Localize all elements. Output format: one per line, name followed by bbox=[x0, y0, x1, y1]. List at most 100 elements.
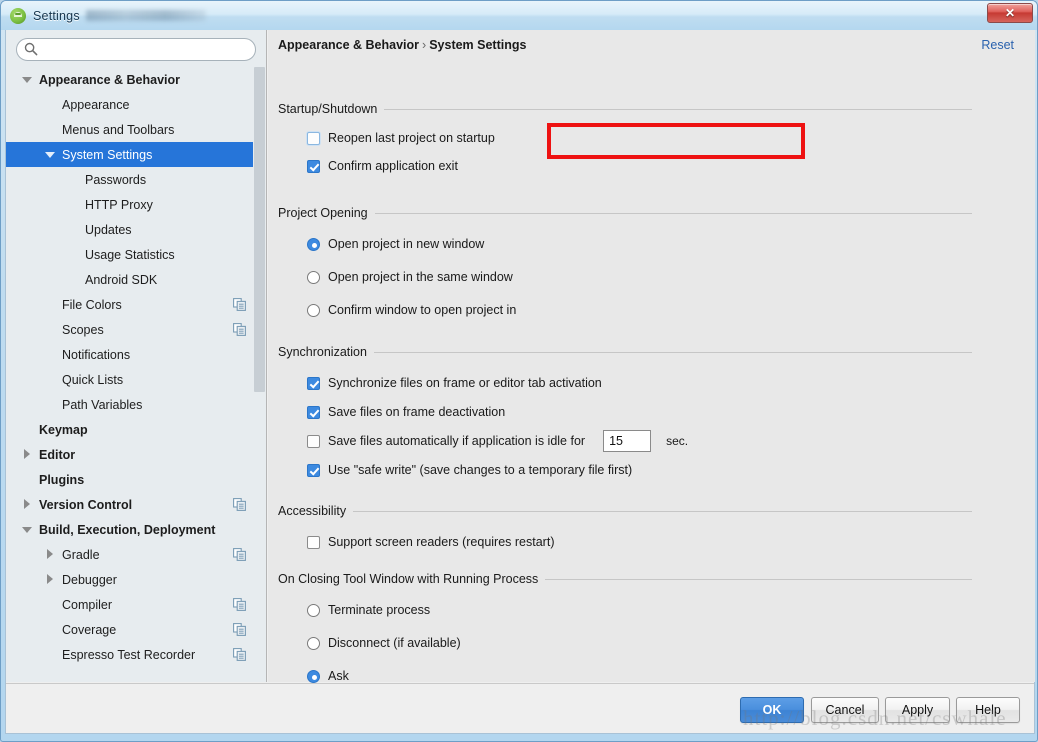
sidebar-item-usage-statistics[interactable]: Usage Statistics bbox=[6, 242, 266, 267]
option-open-project-same-window[interactable]: Open project in the same window bbox=[307, 265, 972, 289]
checkbox-reopen-last-project[interactable] bbox=[307, 131, 320, 145]
help-button[interactable]: Help bbox=[956, 697, 1020, 723]
chevron-right-icon[interactable] bbox=[45, 574, 56, 585]
sidebar-item-compiler[interactable]: Compiler bbox=[6, 592, 266, 617]
option-save-files-on-deactivation[interactable]: Save files on frame deactivation bbox=[307, 400, 972, 424]
title-redacted-area bbox=[85, 10, 206, 21]
option-disconnect[interactable]: Disconnect (if available) bbox=[307, 631, 972, 655]
sidebar-item-label: Plugins bbox=[39, 472, 85, 487]
close-button[interactable]: ✕ bbox=[987, 3, 1033, 23]
chevron-down-icon[interactable] bbox=[22, 524, 33, 535]
settings-sync-icon[interactable] bbox=[233, 298, 246, 311]
sidebar-item-label: Menus and Toolbars bbox=[62, 122, 175, 137]
radio-disconnect[interactable] bbox=[307, 636, 320, 650]
chevron-down-icon[interactable] bbox=[22, 74, 33, 85]
chevron-right-icon[interactable] bbox=[22, 449, 33, 460]
dialog-button-bar: OK Cancel Apply Help bbox=[6, 683, 1034, 733]
sidebar-item-appearance[interactable]: Appearance bbox=[6, 92, 266, 117]
sidebar-item-path-variables[interactable]: Path Variables bbox=[6, 392, 266, 417]
sidebar-item-label: Gradle bbox=[62, 547, 100, 562]
checkbox-save-files-automatically[interactable] bbox=[307, 434, 320, 448]
window-title: Settings bbox=[33, 8, 80, 23]
sidebar-item-passwords[interactable]: Passwords bbox=[6, 167, 266, 192]
settings-window: Settings ✕ Appearance & Behavior Appearan… bbox=[0, 0, 1038, 742]
settings-sync-icon[interactable] bbox=[233, 548, 246, 561]
sidebar-item-quick-lists[interactable]: Quick Lists bbox=[6, 367, 266, 392]
apply-button[interactable]: Apply bbox=[885, 697, 950, 723]
radio-ask[interactable] bbox=[307, 669, 320, 683]
settings-sync-icon[interactable] bbox=[233, 498, 246, 511]
ok-button[interactable]: OK bbox=[740, 697, 804, 723]
sidebar-item-android-sdk[interactable]: Android SDK bbox=[6, 267, 266, 292]
option-confirm-window-to-open[interactable]: Confirm window to open project in bbox=[307, 298, 972, 322]
sidebar-item-coverage[interactable]: Coverage bbox=[6, 617, 266, 642]
sidebar-item-debugger[interactable]: Debugger bbox=[6, 567, 266, 592]
sidebar-item-label: Espresso Test Recorder bbox=[62, 647, 196, 662]
checkbox-confirm-application-exit[interactable] bbox=[307, 159, 320, 173]
sidebar-item-scopes[interactable]: Scopes bbox=[6, 317, 266, 342]
sidebar-item-updates[interactable]: Updates bbox=[6, 217, 266, 242]
sidebar-item-gradle[interactable]: Gradle bbox=[6, 542, 266, 567]
reset-link[interactable]: Reset bbox=[981, 38, 1014, 52]
section-project-opening: Project Opening Open project in new wind… bbox=[278, 205, 972, 322]
sidebar-item-keymap[interactable]: Keymap bbox=[6, 417, 266, 442]
checkbox-use-safe-write[interactable] bbox=[307, 463, 320, 477]
settings-sync-icon[interactable] bbox=[233, 623, 246, 636]
radio-open-project-new-window[interactable] bbox=[307, 237, 320, 251]
section-title: Project Opening bbox=[278, 206, 368, 220]
settings-sync-icon[interactable] bbox=[233, 323, 246, 336]
sidebar-item-file-colors[interactable]: File Colors bbox=[6, 292, 266, 317]
window-titlebar: Settings ✕ bbox=[1, 1, 1037, 30]
radio-confirm-window-to-open[interactable] bbox=[307, 303, 320, 317]
option-support-screen-readers[interactable]: Support screen readers (requires restart… bbox=[307, 530, 972, 554]
settings-sync-icon[interactable] bbox=[233, 598, 246, 611]
cancel-button[interactable]: Cancel bbox=[811, 697, 879, 723]
checkbox-synchronize-files[interactable] bbox=[307, 376, 320, 390]
option-label: Reopen last project on startup bbox=[328, 131, 495, 145]
idle-seconds-input[interactable] bbox=[603, 430, 652, 452]
sidebar-item-plugins[interactable]: Plugins bbox=[6, 467, 266, 492]
option-terminate-process[interactable]: Terminate process bbox=[307, 598, 972, 622]
breadcrumb-root[interactable]: Appearance & Behavior bbox=[278, 38, 419, 52]
option-open-project-new-window[interactable]: Open project in new window bbox=[307, 232, 972, 256]
option-save-files-automatically[interactable]: Save files automatically if application … bbox=[307, 429, 972, 453]
radio-terminate-process[interactable] bbox=[307, 603, 320, 617]
sidebar-item-editor[interactable]: Editor bbox=[6, 442, 266, 467]
sidebar-scrollbar[interactable] bbox=[253, 67, 266, 682]
checkbox-support-screen-readers[interactable] bbox=[307, 535, 320, 549]
sidebar-item-system-settings[interactable]: System Settings bbox=[6, 142, 266, 167]
option-confirm-application-exit[interactable]: Confirm application exit bbox=[307, 154, 972, 178]
sidebar-item-label: Scopes bbox=[62, 322, 104, 337]
sidebar-item-label: Debugger bbox=[62, 572, 117, 587]
checkbox-save-files-on-deactivation[interactable] bbox=[307, 405, 320, 419]
option-reopen-last-project[interactable]: Reopen last project on startup bbox=[307, 126, 972, 150]
search-input[interactable] bbox=[16, 38, 256, 61]
sidebar-item-notifications[interactable]: Notifications bbox=[6, 342, 266, 367]
sidebar-item-version-control[interactable]: Version Control bbox=[6, 492, 266, 517]
sidebar-item-menus-and-toolbars[interactable]: Menus and Toolbars bbox=[6, 117, 266, 142]
sidebar-item-appearance-behavior[interactable]: Appearance & Behavior bbox=[6, 67, 266, 92]
option-synchronize-files[interactable]: Synchronize files on frame or editor tab… bbox=[307, 371, 972, 395]
radio-open-project-same-window[interactable] bbox=[307, 270, 320, 284]
settings-sync-icon[interactable] bbox=[233, 648, 246, 661]
chevron-right-icon[interactable] bbox=[45, 549, 56, 560]
sidebar-scrollbar-thumb[interactable] bbox=[254, 67, 265, 392]
chevron-down-icon[interactable] bbox=[45, 149, 56, 160]
sidebar-item-label: Passwords bbox=[85, 172, 147, 187]
sidebar-item-build-execution-deployment[interactable]: Build, Execution, Deployment bbox=[6, 517, 266, 542]
sidebar-item-espresso-test-recorder[interactable]: Espresso Test Recorder bbox=[6, 642, 266, 667]
option-use-safe-write[interactable]: Use "safe write" (save changes to a temp… bbox=[307, 458, 972, 482]
option-label: Save files automatically if application … bbox=[328, 434, 586, 448]
chevron-right-icon[interactable] bbox=[22, 499, 33, 510]
sidebar-item-http-proxy[interactable]: HTTP Proxy bbox=[6, 192, 266, 217]
section-divider bbox=[384, 108, 972, 110]
